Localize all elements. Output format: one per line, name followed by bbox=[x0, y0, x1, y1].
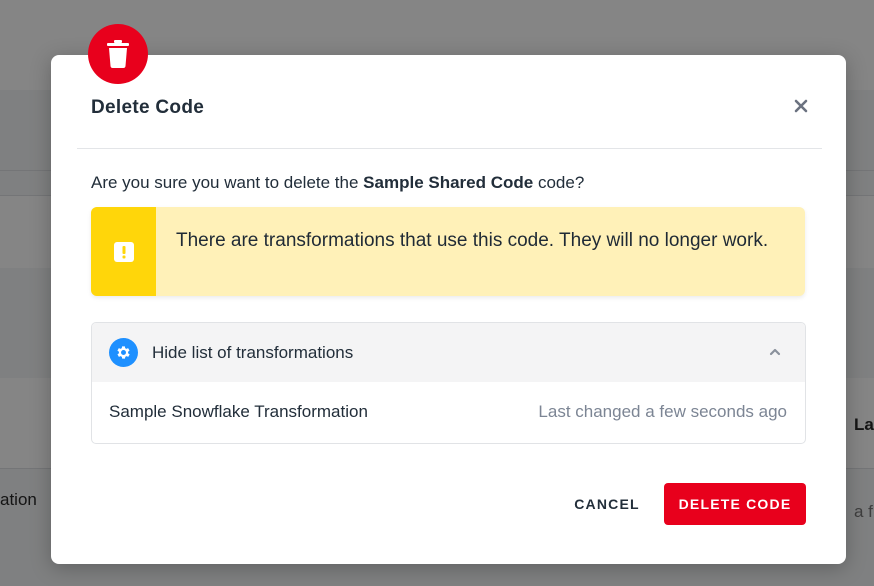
chevron-up-icon bbox=[769, 348, 781, 356]
trash-icon bbox=[88, 24, 148, 84]
toggle-label: Hide list of transformations bbox=[152, 342, 354, 362]
warning-message: There are transformations that use this … bbox=[176, 230, 769, 251]
transformation-last-changed: Last changed a few seconds ago bbox=[538, 402, 787, 421]
close-icon bbox=[794, 99, 808, 113]
code-name: Sample Shared Code bbox=[363, 173, 534, 192]
question-suffix: code? bbox=[533, 173, 585, 192]
warning-icon bbox=[113, 241, 134, 262]
gear-icon bbox=[109, 338, 138, 367]
transformations-panel: Hide list of transformations Sample Snow… bbox=[91, 322, 806, 444]
transformation-name: Sample Snowflake Transformation bbox=[109, 402, 368, 421]
dialog-title: Delete Code bbox=[91, 97, 205, 118]
delete-code-button[interactable]: DELETE CODE bbox=[664, 483, 806, 525]
delete-code-dialog: Delete Code Are you sure you want to del… bbox=[51, 24, 846, 564]
toggle-transformations-list[interactable]: Hide list of transformations bbox=[92, 323, 805, 382]
transformation-row[interactable]: Sample Snowflake Transformation Last cha… bbox=[92, 382, 805, 442]
confirmation-question: Are you sure you want to delete the Samp… bbox=[91, 173, 584, 193]
close-button[interactable] bbox=[790, 95, 812, 117]
header-divider bbox=[77, 148, 822, 149]
warning-alert: There are transformations that use this … bbox=[91, 207, 805, 296]
cancel-button[interactable]: CANCEL bbox=[561, 483, 653, 525]
warning-strip bbox=[91, 207, 156, 296]
question-prefix: Are you sure you want to delete the bbox=[91, 173, 364, 192]
